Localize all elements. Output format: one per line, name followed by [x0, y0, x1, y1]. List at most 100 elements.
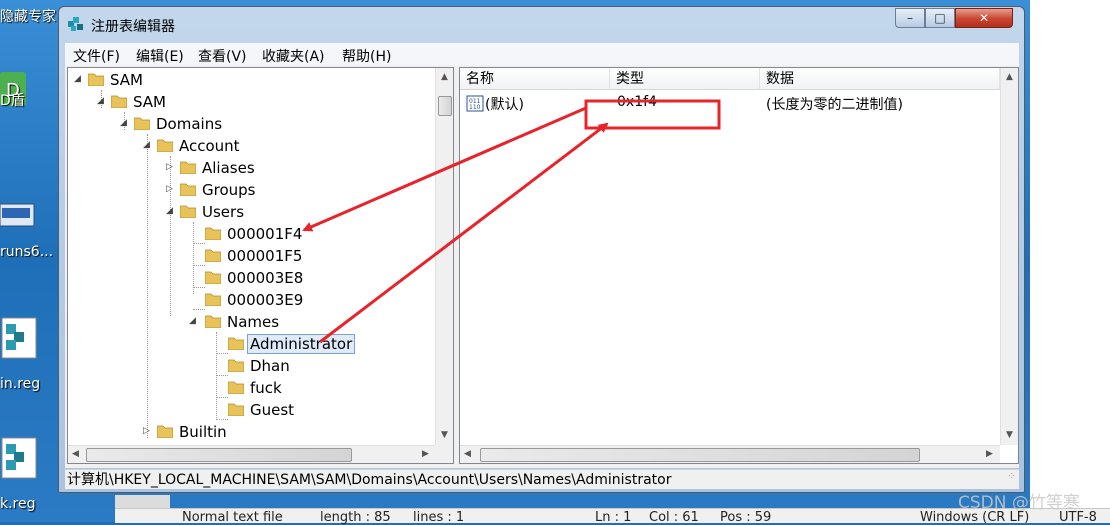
tree-node-label: Names	[227, 313, 280, 331]
expand-arrow-icon[interactable]: ▷	[143, 426, 153, 436]
client-area: ◢ SAM ◢ SAM ◢ Domains ◢ Account ▷ Aliase…	[65, 65, 1019, 468]
menu-view[interactable]: 查看(V)	[198, 46, 247, 66]
window-title: 注册表编辑器	[91, 19, 175, 35]
scroll-up-arrow-icon[interactable]: ▲	[441, 72, 448, 82]
desktop-icon-runs[interactable]: runs6...	[0, 196, 60, 260]
maximize-button[interactable]: □	[925, 8, 955, 28]
reg-file-icon	[1, 317, 37, 359]
resize-grip-icon[interactable]: ⁘	[1008, 467, 1016, 487]
editor-length: length : 85	[320, 510, 391, 525]
folder-icon	[205, 227, 221, 240]
folder-icon	[111, 95, 127, 108]
editor-ln: Ln : 1	[595, 510, 632, 525]
value-data: (长度为零的二进制值)	[766, 97, 903, 113]
tree-node-label: Administrator	[247, 334, 356, 354]
folder-icon	[205, 293, 221, 306]
folder-icon	[88, 73, 104, 86]
regedit-app-icon	[68, 17, 83, 31]
tree-node-label: Domains	[156, 115, 223, 133]
desktop-icon-label: runs6...	[0, 244, 54, 260]
folder-icon	[180, 205, 196, 218]
scroll-down-arrow-icon[interactable]: ▼	[1006, 430, 1013, 440]
tree-node-label: SAM	[133, 93, 167, 111]
collapse-arrow-icon[interactable]: ◢	[74, 74, 84, 84]
editor-mode: Normal text file	[182, 510, 283, 525]
minimize-button[interactable]: –	[895, 8, 925, 28]
list-vertical-scrollbar[interactable]: ▲ ▼	[1000, 68, 1018, 445]
tree-node-label: Users	[202, 203, 245, 221]
desktop-icon-hide-expert[interactable]: 隐藏专家	[0, 6, 60, 26]
regedit-window: 注册表编辑器 – □ ✕ 文件(F) 编辑(E) 查看(V) 收藏夹(A) 帮助…	[58, 6, 1025, 493]
tree-node-label: 000001F4	[227, 225, 303, 243]
collapse-arrow-icon[interactable]: ◢	[189, 316, 199, 326]
menu-file[interactable]: 文件(F)	[73, 46, 120, 66]
window-app-icon	[0, 203, 35, 227]
status-bar: 计算机\HKEY_LOCAL_MACHINE\SAM\SAM\Domains\A…	[65, 469, 1019, 489]
folder-icon	[205, 271, 221, 284]
desktop-icon-dshield[interactable]: D D盾	[0, 68, 60, 110]
scroll-corner	[435, 445, 453, 463]
column-header-name[interactable]: 名称	[460, 68, 610, 90]
tree-guide	[193, 243, 205, 244]
column-header-type[interactable]: 类型	[610, 68, 760, 90]
tree-guide	[170, 156, 171, 316]
scroll-up-arrow-icon[interactable]: ▲	[1006, 72, 1013, 82]
collapse-arrow-icon[interactable]: ◢	[143, 140, 153, 150]
folder-icon	[228, 337, 244, 350]
scroll-down-arrow-icon[interactable]: ▼	[441, 430, 448, 440]
collapse-arrow-icon[interactable]: ◢	[97, 96, 107, 106]
scroll-left-arrow-icon[interactable]: ◀	[72, 449, 79, 459]
value-type: 0x1f4	[617, 94, 657, 110]
scroll-thumb[interactable]	[438, 96, 452, 116]
tree-guide	[216, 353, 228, 354]
folder-icon	[180, 161, 196, 174]
expand-arrow-icon[interactable]: ▷	[166, 184, 176, 194]
tree-node-label: 000001F5	[227, 247, 303, 265]
binary-value-icon: 011110	[466, 95, 484, 112]
tree-vertical-scrollbar[interactable]: ▲ ▼	[435, 68, 453, 445]
tree-node-label: 000003E8	[227, 269, 304, 287]
key-tree[interactable]: ◢ SAM ◢ SAM ◢ Domains ◢ Account ▷ Aliase…	[67, 67, 454, 464]
close-button[interactable]: ✕	[955, 8, 1013, 28]
tree-node-label: SAM	[110, 71, 144, 89]
tree-horizontal-scrollbar[interactable]: ◀ ▶	[68, 445, 435, 463]
tree-node-label: fuck	[250, 379, 282, 397]
folder-icon	[134, 117, 150, 130]
tree-node-label: Account	[179, 137, 240, 155]
menu-bar: 文件(F) 编辑(E) 查看(V) 收藏夹(A) 帮助(H)	[65, 43, 1019, 66]
tree-guide	[216, 419, 228, 420]
scroll-left-arrow-icon[interactable]: ◀	[464, 449, 471, 459]
desktop-right-strip	[1030, 0, 1110, 522]
tree-node-label: 000003E9	[227, 291, 304, 309]
tree-guide	[193, 287, 205, 288]
folder-icon	[228, 359, 244, 372]
desktop-icon-label: 隐藏专家	[0, 9, 56, 25]
desktop-icon-reg-1[interactable]: in.reg	[0, 316, 60, 392]
folder-icon	[205, 249, 221, 262]
desktop-icon-reg-2[interactable]: k.reg	[0, 436, 60, 512]
tree-guide	[193, 309, 205, 310]
title-bar[interactable]: 注册表编辑器 – □ ✕	[59, 7, 1024, 39]
tree-node-label: Dhan	[250, 357, 290, 375]
menu-favorites[interactable]: 收藏夹(A)	[262, 46, 325, 66]
editor-col: Col : 61	[649, 510, 699, 525]
scroll-right-arrow-icon[interactable]: ▶	[986, 449, 993, 459]
tree-guide	[193, 265, 205, 266]
value-list[interactable]: 名称 类型 数据 011 110 (默认) 0x1f4 (长度为零的二进制值) ▲…	[459, 67, 1019, 464]
tree-guide	[216, 397, 228, 398]
folder-icon	[228, 381, 244, 394]
desktop-icon-label: k.reg	[0, 496, 36, 512]
column-header-data[interactable]: 数据	[760, 68, 1000, 90]
expand-arrow-icon[interactable]: ▷	[166, 162, 176, 172]
folder-icon	[157, 425, 173, 438]
menu-help[interactable]: 帮助(H)	[342, 46, 391, 66]
collapse-arrow-icon[interactable]: ◢	[166, 206, 176, 216]
list-horizontal-scrollbar[interactable]: ◀ ▶	[460, 445, 1000, 463]
scroll-thumb[interactable]	[86, 448, 352, 462]
tree-node-label: Builtin	[179, 423, 227, 441]
tree-node-label: Aliases	[202, 159, 255, 177]
menu-edit[interactable]: 编辑(E)	[136, 46, 184, 66]
collapse-arrow-icon[interactable]: ◢	[120, 118, 130, 128]
scroll-right-arrow-icon[interactable]: ▶	[422, 449, 429, 459]
scroll-thumb[interactable]	[480, 448, 920, 462]
